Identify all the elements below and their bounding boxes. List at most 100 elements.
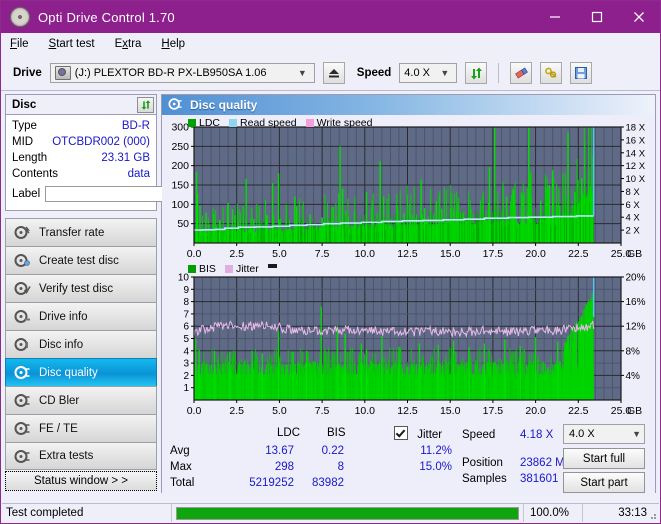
- disc-mid-value: OTCBDR002 (000): [52, 136, 150, 148]
- sidebar-item-drive-info[interactable]: Drive info: [5, 302, 157, 330]
- speed-select-value: 4.0 X: [404, 67, 430, 79]
- legend-entry-ldc: LDC: [188, 117, 220, 129]
- ldc-chart-legend: LDC Read speed Write speed: [188, 117, 378, 129]
- sidebar-item-label: Verify test disc: [39, 282, 114, 295]
- drive-select[interactable]: (J:) PLEXTOR BD-R PX-LB950SA 1.06 ▼: [49, 63, 315, 83]
- svg-text:5: 5: [183, 334, 189, 345]
- svg-text:5.0: 5.0: [272, 248, 287, 260]
- sidebar-item-verify-test-disc[interactable]: Verify test disc: [5, 274, 157, 302]
- ldc-plot: 50 100 150 200 250 300 2 X 4 X 6 X 8 X 10 X 12 X 14 …: [162, 115, 654, 263]
- svg-text:300: 300: [171, 122, 189, 134]
- svg-text:20.0: 20.0: [525, 248, 546, 260]
- disc-speed-icon: [14, 225, 31, 240]
- legend-entry-write-speed: Write speed: [305, 117, 373, 129]
- chevron-down-icon: ▼: [632, 429, 641, 439]
- svg-text:14 X: 14 X: [626, 148, 646, 159]
- disc-extra-icon: [14, 449, 31, 464]
- svg-text:8: 8: [183, 297, 189, 308]
- sidebar-item-disc-quality[interactable]: Disc quality: [5, 358, 157, 386]
- legend-entry-read-speed: Read speed: [229, 117, 297, 129]
- svg-text:1: 1: [183, 383, 189, 394]
- stat-row-total-label: Total: [170, 477, 195, 489]
- start-full-button[interactable]: Start full: [563, 448, 645, 469]
- disc-row-contents: Contents data: [12, 166, 150, 182]
- disc-row-type: Type BD-R: [12, 118, 150, 134]
- sidebar-nav: Transfer rate Create test disc Verify te…: [1, 218, 161, 470]
- disc-panel-title: Disc: [12, 98, 37, 111]
- svg-text:20.0: 20.0: [525, 405, 546, 417]
- svg-text:15.0: 15.0: [440, 248, 461, 260]
- erase-button[interactable]: [510, 62, 533, 84]
- disc-bler-icon: [14, 393, 31, 408]
- jitter-checkbox[interactable]: [394, 426, 408, 440]
- menu-file[interactable]: FFileile: [10, 38, 29, 50]
- refresh-button[interactable]: [465, 62, 488, 84]
- svg-text:6 X: 6 X: [626, 200, 641, 211]
- svg-text:0.0: 0.0: [187, 248, 202, 260]
- status-window-button[interactable]: Status window > >: [5, 471, 157, 491]
- speed-label: Speed: [356, 67, 392, 79]
- disc-panel: Disc Type BD-R MID OTCBDR002 (000) Lengt…: [5, 94, 249, 211]
- maximize-icon[interactable]: [576, 1, 618, 33]
- disc-refresh-button[interactable]: [137, 96, 154, 113]
- menu-start-test[interactable]: Start test: [49, 38, 95, 50]
- legend-entry-bis: BIS: [188, 263, 216, 275]
- svg-text:15.0: 15.0: [440, 405, 461, 417]
- stat-max-ldc: 298: [274, 461, 294, 473]
- bis-chart: BIS Jitter 1 2 3 4 5 6 7 8 9 10 4% 8% 12% 16% 20% 0.0 2.…: [162, 263, 655, 420]
- svg-text:12 X: 12 X: [626, 161, 646, 172]
- stat-total-bis: 83982: [312, 477, 344, 489]
- sidebar-item-transfer-rate[interactable]: Transfer rate: [5, 218, 157, 246]
- legend-label-bis: BIS: [199, 263, 216, 275]
- position-stat-label: Position: [462, 457, 503, 469]
- toolbar-divider: [498, 63, 500, 83]
- svg-text:2.5: 2.5: [229, 405, 244, 417]
- progress-track: [176, 506, 519, 520]
- svg-text:8 X: 8 X: [626, 187, 641, 198]
- svg-text:4 X: 4 X: [626, 213, 641, 224]
- body: Disc Type BD-R MID OTCBDR002 (000) Lengt…: [1, 91, 660, 496]
- stat-max-bis: 8: [337, 461, 344, 473]
- legend-swatch-write-speed: [305, 119, 314, 127]
- minimize-icon[interactable]: [534, 1, 576, 33]
- resize-grip-icon[interactable]: [647, 510, 657, 520]
- svg-text:20%: 20%: [626, 273, 646, 284]
- save-button[interactable]: [570, 62, 593, 84]
- disc-contents-label: Contents: [12, 168, 59, 180]
- sidebar-item-label: Extra tests: [39, 450, 94, 462]
- bookmark-button[interactable]: [540, 62, 563, 84]
- svg-text:7: 7: [183, 309, 189, 320]
- svg-text:12.5: 12.5: [397, 248, 418, 260]
- legend-label-write-speed: Write speed: [316, 117, 373, 129]
- sidebar-item-label: Disc quality: [39, 366, 98, 379]
- start-part-button[interactable]: Start part: [563, 472, 645, 493]
- disc-contents-value: data: [127, 168, 150, 180]
- samples-stat-label: Samples: [462, 473, 507, 485]
- sidebar-item-fe-te[interactable]: FE / TE: [5, 414, 157, 442]
- menu-bar: FFileile Start test Extra Help: [1, 33, 660, 56]
- status-message: Test completed: [2, 504, 172, 522]
- menu-help[interactable]: Help: [161, 38, 185, 50]
- statistics-panel: Avg Max Total LDC BIS 13.67 298 5219252 …: [162, 420, 655, 496]
- svg-text:12%: 12%: [626, 322, 646, 333]
- stat-col-ldc-header: LDC: [277, 427, 301, 439]
- svg-text:22.5: 22.5: [568, 248, 589, 260]
- menu-extra[interactable]: Extra: [115, 38, 142, 50]
- sidebar-item-create-test-disc[interactable]: Create test disc: [5, 246, 157, 274]
- disc-length-label: Length: [12, 152, 48, 164]
- speed-select[interactable]: 4.0 X ▼: [399, 63, 458, 83]
- charts-area: LDC Read speed Write speed 50 100 150 200 25…: [162, 115, 655, 420]
- disc-label-caption: Label: [12, 188, 41, 200]
- eject-button[interactable]: [322, 62, 345, 84]
- close-icon[interactable]: [618, 1, 660, 33]
- stat-col-bis-header: BIS: [327, 427, 346, 439]
- sidebar-item-cd-bler[interactable]: CD Bler: [5, 386, 157, 414]
- sidebar-item-disc-info[interactable]: Disc info: [5, 330, 157, 358]
- sidebar-item-label: Disc info: [39, 338, 84, 351]
- disc-row-mid: MID OTCBDR002 (000): [12, 134, 150, 150]
- jitter-checkbox-wrap[interactable]: Jitter: [394, 426, 442, 441]
- disc-write-icon: [14, 253, 31, 268]
- sidebar-item-extra-tests[interactable]: Extra tests: [5, 442, 157, 470]
- stat-avg-bis: 0.22: [321, 445, 344, 457]
- test-speed-select[interactable]: 4.0 X ▼: [563, 424, 645, 444]
